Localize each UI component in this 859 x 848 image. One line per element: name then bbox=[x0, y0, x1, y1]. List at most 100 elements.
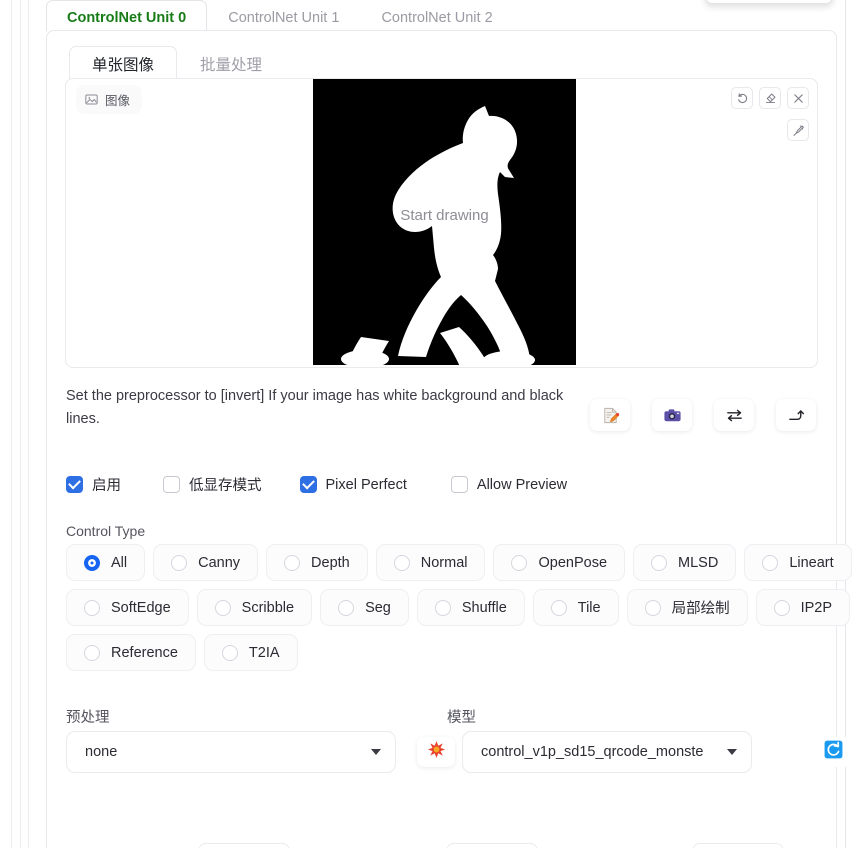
radio-button[interactable] bbox=[651, 554, 668, 571]
control-type-all[interactable]: All bbox=[66, 544, 146, 581]
control-type-row: SoftEdge Scribble Seg Shuffle Tile 局部绘制 … bbox=[66, 589, 851, 626]
tab-controlnet-unit-0[interactable]: ControlNet Unit 0 bbox=[46, 0, 208, 31]
radio-button[interactable] bbox=[221, 644, 238, 661]
radio-button[interactable] bbox=[393, 554, 410, 571]
radio-button[interactable] bbox=[644, 599, 661, 616]
checkbox-enable[interactable]: 启用 bbox=[66, 474, 121, 495]
radio-button[interactable] bbox=[84, 599, 100, 616]
control-type-canny[interactable]: Canny bbox=[153, 544, 259, 581]
edit-note-button[interactable] bbox=[590, 399, 630, 431]
control-type-seg[interactable]: Seg bbox=[320, 589, 409, 626]
checkbox-allow-preview[interactable]: Allow Preview bbox=[450, 476, 567, 493]
control-type-ip2p[interactable]: IP2P bbox=[755, 589, 851, 626]
camera-button[interactable] bbox=[652, 399, 692, 431]
container-rail-inner bbox=[28, 0, 29, 848]
tab-controlnet-unit-2[interactable]: ControlNet Unit 2 bbox=[360, 0, 513, 31]
checkbox-label: Pixel Perfect bbox=[325, 476, 407, 493]
controlnet-panel: ControlNet Unit 0 ControlNet Unit 1 Cont… bbox=[0, 0, 859, 848]
container-rail-middle bbox=[20, 0, 21, 848]
eraser-button[interactable] bbox=[759, 87, 781, 109]
control-type-label: Seg bbox=[365, 599, 391, 616]
control-type-groups: All Canny Depth Normal OpenPose MLSD Lin… bbox=[66, 544, 852, 679]
arrow-up-right-button[interactable] bbox=[776, 399, 816, 431]
control-type-softedge[interactable]: SoftEdge bbox=[66, 589, 189, 626]
control-type-label: Scribble bbox=[241, 599, 295, 616]
radio-button[interactable] bbox=[773, 599, 790, 616]
control-weight-input[interactable]: 1.3 bbox=[197, 843, 290, 848]
swap-button[interactable] bbox=[714, 399, 754, 431]
model-select[interactable]: control_v1p_sd15_qrcode_monste bbox=[462, 731, 752, 773]
close-button[interactable] bbox=[787, 87, 809, 109]
canvas-tag-label: 图像 bbox=[105, 94, 131, 108]
radio-button[interactable] bbox=[550, 599, 567, 616]
checkbox-box[interactable] bbox=[299, 476, 317, 493]
option-checkboxes: 启用 低显存模式 Pixel Perfect Allow Preview bbox=[66, 474, 567, 495]
model-label: 模型 bbox=[447, 710, 476, 726]
canvas-image[interactable]: Start drawing bbox=[313, 79, 576, 365]
control-type-scribble[interactable]: Scribble bbox=[196, 589, 313, 626]
radio-button[interactable] bbox=[762, 554, 779, 571]
control-type-shuffle[interactable]: Shuffle bbox=[416, 589, 525, 626]
radio-button[interactable] bbox=[84, 644, 100, 661]
image-canvas-panel[interactable]: 图像 Start drawing bbox=[65, 78, 818, 368]
image-icon bbox=[85, 93, 98, 106]
tab-controlnet-unit-1[interactable]: ControlNet Unit 1 bbox=[207, 0, 360, 31]
undo-button[interactable] bbox=[731, 87, 753, 109]
ending-control-step-input[interactable]: 0.9 bbox=[692, 843, 785, 848]
control-type-label: SoftEdge bbox=[111, 599, 171, 616]
control-type-label: All bbox=[111, 554, 128, 571]
radio-button[interactable] bbox=[171, 554, 188, 571]
checkbox-label: 启用 bbox=[92, 478, 121, 494]
control-type-mlsd[interactable]: MLSD bbox=[633, 544, 737, 581]
control-type-normal[interactable]: Normal bbox=[375, 544, 486, 581]
control-type-t2ia[interactable]: T2IA bbox=[203, 634, 298, 671]
canvas-toolbar bbox=[731, 87, 809, 109]
control-type-inpaint[interactable]: 局部绘制 bbox=[626, 589, 748, 626]
control-type-lineart[interactable]: Lineart bbox=[744, 544, 852, 581]
radio-button[interactable] bbox=[84, 554, 100, 571]
tab-batch-process[interactable]: 批量处理 bbox=[177, 46, 285, 80]
canvas-image-tag: 图像 bbox=[76, 85, 143, 114]
preprocessor-select[interactable]: none bbox=[66, 731, 396, 773]
canvas-brush-toolbar bbox=[787, 119, 809, 141]
checkbox-box[interactable] bbox=[66, 476, 83, 493]
control-type-label: MLSD bbox=[678, 554, 719, 571]
control-type-reference[interactable]: Reference bbox=[66, 634, 196, 671]
tab-label: ControlNet Unit 2 bbox=[381, 9, 493, 26]
control-type-tile[interactable]: Tile bbox=[532, 589, 619, 626]
control-type-depth[interactable]: Depth bbox=[266, 544, 368, 581]
brush-button[interactable] bbox=[787, 119, 809, 141]
checkbox-box[interactable] bbox=[450, 476, 468, 493]
radio-button[interactable] bbox=[338, 599, 355, 616]
image-mode-tabs: 单张图像 批量处理 bbox=[69, 46, 285, 80]
control-type-label: IP2P bbox=[800, 599, 833, 616]
refresh-models-button[interactable] bbox=[814, 737, 852, 767]
checkbox-low-vram[interactable]: 低显存模式 bbox=[163, 474, 262, 495]
radio-button[interactable] bbox=[214, 599, 231, 616]
camera-icon bbox=[663, 406, 682, 425]
control-type-row: Reference T2IA bbox=[66, 634, 820, 671]
checkbox-box[interactable] bbox=[163, 476, 180, 493]
arrow-up-right-icon bbox=[787, 406, 806, 425]
control-type-label: Tile bbox=[577, 599, 601, 616]
chevron-down-icon bbox=[371, 749, 381, 755]
control-type-label: Normal bbox=[420, 554, 468, 571]
control-type-label: Reference bbox=[111, 644, 178, 661]
radio-button[interactable] bbox=[511, 554, 528, 571]
radio-button[interactable] bbox=[434, 599, 451, 616]
checkbox-pixel-perfect[interactable]: Pixel Perfect bbox=[299, 476, 407, 493]
container-rail-right bbox=[845, 0, 846, 848]
tab-label: 单张图像 bbox=[92, 56, 155, 74]
control-type-label: Shuffle bbox=[461, 599, 507, 616]
tab-single-image[interactable]: 单张图像 bbox=[69, 46, 178, 80]
run-preprocessor-button[interactable] bbox=[417, 737, 455, 767]
image-action-buttons bbox=[590, 399, 816, 431]
starting-control-step-input[interactable]: 0 bbox=[446, 843, 539, 848]
burst-icon bbox=[427, 740, 446, 764]
radio-button[interactable] bbox=[284, 554, 301, 571]
control-type-openpose[interactable]: OpenPose bbox=[493, 544, 626, 581]
control-type-label: OpenPose bbox=[538, 554, 608, 571]
tab-label: 批量处理 bbox=[200, 56, 263, 74]
tab-label: ControlNet Unit 0 bbox=[67, 9, 187, 26]
control-type-label: T2IA bbox=[248, 644, 280, 661]
